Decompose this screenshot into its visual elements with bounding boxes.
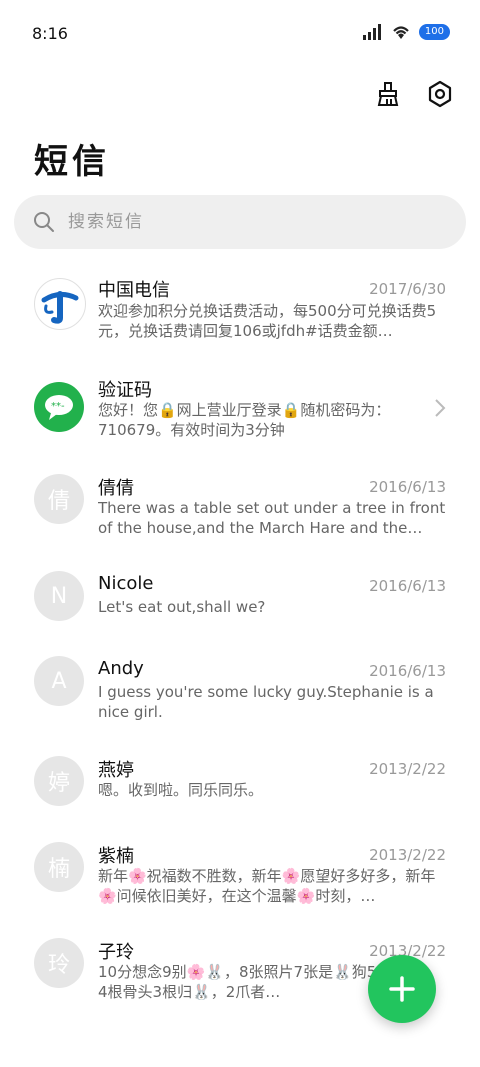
signal-icon [362,24,381,40]
message-preview: 您好！您🔒网上营业厅登录🔒随机密码为：710679。有效时间为3分钟 [98,401,391,439]
message-row[interactable]: N Nicole 2016/6/13 Let's eat out,shall w… [0,565,480,635]
message-date: 2013/2/22 [369,760,446,778]
settings-button[interactable] [424,78,456,110]
new-message-button[interactable] [368,955,436,1023]
chevron-right-icon [435,399,446,417]
battery-indicator: 100 [418,24,450,40]
svg-text:**-: **- [51,401,65,412]
message-preview: I guess you're some lucky guy.Stephanie … [98,683,434,721]
telecom-logo-icon [41,291,79,324]
message-preview: 嗯。收到啦。同乐同乐。 [98,781,264,799]
message-date: 2016/6/13 [369,662,446,680]
avatar: N [34,571,84,621]
message-date: 2016/6/13 [369,577,446,595]
status-time: 8:16 [32,24,68,43]
message-preview: Let's eat out,shall we? [98,598,266,616]
avatar: 婷 [34,756,84,806]
search-icon [34,212,54,232]
avatar: 楠 [34,842,84,892]
contact-name: 验证码 [98,380,152,401]
wifi-icon [393,26,409,39]
broom-icon [377,82,399,106]
message-date: 2013/2/22 [369,846,446,864]
message-row[interactable]: 婷 燕婷 2013/2/22 嗯。收到啦。同乐同乐。 [0,748,480,820]
avatar [34,278,86,330]
avatar: 玲 [34,938,84,988]
contact-name: Nicole [98,573,154,594]
message-preview: 新年🌸祝福数不胜数，新年🌸愿望好多好多，新年🌸问候依旧美好，在这个温馨🌸时刻，… [98,867,436,905]
message-preview: 欢迎参加积分兑换话费活动，每500分可兑换话费5元，兑换话费请回复106或jfd… [98,302,437,340]
avatar: **- [34,382,84,432]
message-date: 2017/6/30 [369,280,446,298]
message-row[interactable]: A Andy 2016/6/13 I guess you're some luc… [0,650,480,738]
contact-name: 倩倩 [98,478,134,499]
page-title: 短信 [34,142,110,182]
status-bar: 8:16 100 [0,0,480,66]
contact-name: 子玲 [98,942,134,963]
status-icons: 100 [362,24,450,40]
avatar: A [34,656,84,706]
contact-name: 中国电信 [98,280,170,301]
search-bar[interactable] [14,195,466,249]
message-date: 2016/6/13 [369,478,446,496]
contact-name: Andy [98,658,144,679]
message-preview: There was a table set out under a tree i… [98,499,446,537]
clean-button[interactable] [372,78,404,110]
message-row-telecom[interactable]: 中国电信 2017/6/30 欢迎参加积分兑换话费活动，每500分可兑换话费5元… [0,268,480,358]
message-row-verification[interactable]: **- 验证码 您好！您🔒网上营业厅登录🔒随机密码为：710679。有效时间为3… [0,366,480,456]
search-input[interactable] [66,211,430,233]
toolbar [372,78,456,110]
message-row[interactable]: 倩 倩倩 2016/6/13 There was a table set out… [0,466,480,554]
message-row[interactable]: 楠 紫楠 2013/2/22 新年🌸祝福数不胜数，新年🌸愿望好多好多，新年🌸问候… [0,834,480,924]
avatar: 倩 [34,474,84,524]
contact-name: 燕婷 [98,760,134,781]
contact-name: 紫楠 [98,846,134,867]
chat-bubble-icon: **- [45,395,73,420]
plus-icon [389,976,415,1002]
gear-icon [428,80,452,108]
